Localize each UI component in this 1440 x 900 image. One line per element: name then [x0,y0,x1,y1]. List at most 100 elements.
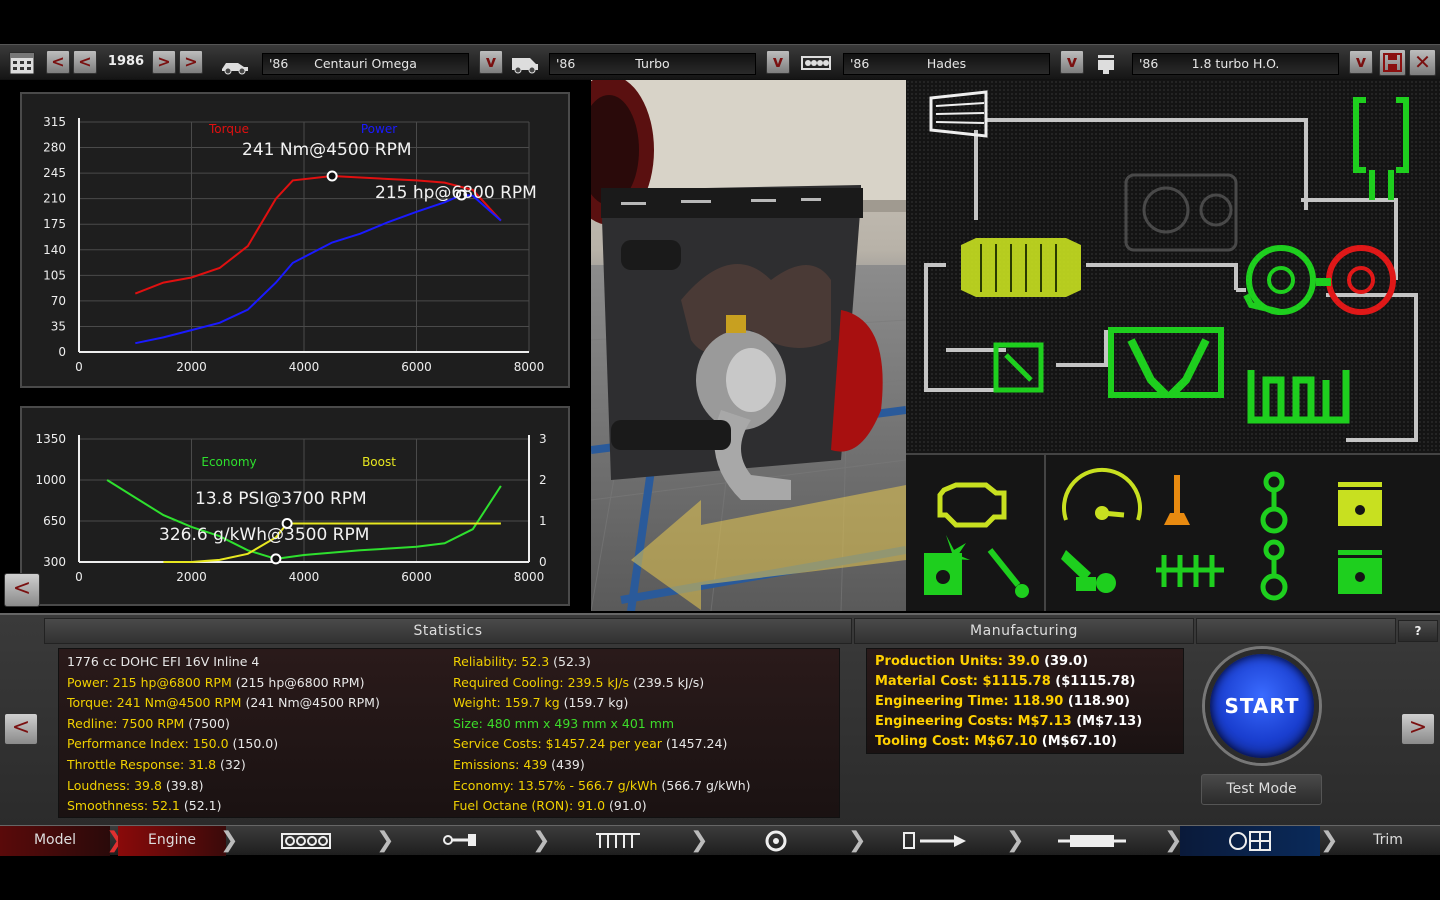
trim-name: Turbo [635,56,670,71]
family-name: Hades [926,56,967,71]
stat-row: Performance Index: 150.0 (150.0) [67,736,278,751]
model-name: Centauri Omega [314,56,417,71]
stat-value: (52.1) [179,798,222,814]
stat-label: Economy: 13.57% - 566.7 g/kWh [453,777,658,793]
tab-engine[interactable]: Engine [118,826,226,856]
stat-row: Torque: 241 Nm@4500 RPM (241 Nm@4500 RPM… [67,695,380,710]
top-toolbar: < < 1986 > > '86 Centauri Omega v '86 Tu… [0,44,1440,80]
y-tick-label: 105 [43,268,66,282]
tab-block[interactable] [236,826,376,856]
help-button[interactable]: ? [1398,620,1438,642]
stat-value: (7500) [184,715,230,731]
tab-fuel[interactable] [864,826,1004,856]
stat-row: Required Cooling: 239.5 kJ/s (239.5 kJ/s… [453,675,704,690]
economy-boost-chart: 0 2000 4000 6000 8000 1350 1000 650 300 3 2 1 0 Econo… [35,432,547,584]
stat-value: (439) [547,757,585,772]
stat-value: (239.5 kJ/s) [629,674,705,690]
y-tick-label: 300 [43,555,66,569]
save-icon[interactable] [1379,49,1406,76]
stats-prev-button[interactable]: < [4,713,38,745]
tab-crank[interactable] [392,826,532,856]
close-icon[interactable]: ✕ [1409,49,1436,76]
statistics-box: 1776 cc DOHC EFI 16V Inline 4 Power: 215 … [58,648,840,818]
schematic-diagram [924,90,1418,442]
valve-icon [1164,475,1190,525]
variant-field[interactable]: '86 1.8 turbo H.O. [1132,53,1339,75]
conrod-2-icon [1260,539,1288,601]
header-spacer [1196,618,1396,644]
legend-economy: Economy [201,455,256,469]
variant-name: 1.8 turbo H.O. [1191,56,1280,71]
stat-value: (1457.24) [661,736,728,752]
peak-torque-label: 241 Nm@4500 RPM [242,140,412,160]
tab-trim-label: Trim [1373,832,1403,848]
manufacturing-label: Engineering Costs: M$7.13 [875,714,1072,729]
variant-dropdown-button[interactable]: v [1349,50,1373,74]
stat-row: Service Costs: $1457.24 per year (1457.2… [453,736,727,751]
peak-economy-label: 326.6 g/kWh@3500 RPM [159,525,369,545]
stat-row: Power: 215 hp@6800 RPM (215 hp@6800 RPM) [67,675,364,690]
stat-row: Fuel Octane (RON): 91.0 (91.0) [453,798,647,813]
stat-label: Smoothness: 52.1 [67,798,180,814]
collapse-graphs-button[interactable]: < [4,573,40,607]
tab-model[interactable]: Model [0,826,110,856]
manufacturing-row: Engineering Time: 118.90 (118.90) [875,694,1130,709]
peak-power-label: 215 hp@6800 RPM [375,183,537,203]
manufacturing-row: Material Cost: $1115.78 ($1115.78) [875,674,1135,689]
stat-row: Redline: 7500 RPM (7500) [67,716,230,731]
y2-tick-label: 2 [539,473,547,487]
stats-next-button[interactable]: > [1401,713,1435,745]
manufacturing-label: Engineering Time: 118.90 [875,694,1064,709]
x-tick-label: 4000 [289,360,320,374]
family-dropdown-button[interactable]: v [1060,50,1084,74]
stat-value: (215 hp@6800 RPM) [231,674,365,690]
stat-label: Emissions: 439 [453,757,548,772]
start-button[interactable]: START [1205,649,1319,763]
year-decrease-button[interactable]: < [73,50,97,74]
tab-testing[interactable] [1180,826,1320,856]
crankshaft-part-icon [1156,555,1224,587]
economy-boost-graph-panel: 0 2000 4000 6000 8000 1350 1000 650 300 3 2 1 0 Econo… [20,406,570,606]
stat-row: Weight: 159.7 kg (159.7 kg) [453,695,628,710]
compressor-icon [1243,245,1316,315]
stat-label: Size: 480 mm x 493 mm x 401 mm [453,715,675,731]
conrod-icon [1260,471,1288,534]
tab-trim[interactable]: Trim [1336,826,1440,856]
trim-field[interactable]: '86 Turbo [549,53,756,75]
power-torque-chart: 0 2000 4000 6000 8000 315 280 245 210 175 140 105 70… [43,115,544,374]
check-engine-icon [937,482,1007,528]
tab-engine-label: Engine [148,832,196,848]
year-increase-button[interactable]: > [152,50,176,74]
stat-row: Throttle Response: 31.8 (32) [67,757,246,772]
engine-3d-view[interactable] [591,80,906,611]
stat-label: Fuel Octane (RON): 91.0 [453,798,606,814]
model-field[interactable]: '86 Centauri Omega [262,53,469,75]
stat-row: Reliability: 52.3 (52.3) [453,654,591,669]
y-tick-label: 1000 [35,473,66,487]
test-mode-button[interactable]: Test Mode [1201,774,1322,805]
tab-model-label: Model [33,832,77,848]
y2-tick-label: 3 [539,432,547,446]
y-tick-label: 70 [51,294,66,308]
tuning-icon [1061,550,1116,593]
manufacturing-value: ($1115.78) [1050,674,1136,689]
tab-head[interactable] [548,826,688,856]
year-increase-fast-button[interactable]: > [179,50,203,74]
spark-plug-icon [987,548,1029,598]
x-tick-label: 6000 [401,570,432,584]
engine-family-field[interactable]: '86 Hades [843,53,1050,75]
y2-tick-label: 1 [539,514,547,528]
stat-value: (39.8) [161,777,204,793]
y-tick-label: 210 [43,192,66,206]
stat-row: Economy: 13.57% - 566.7 g/kWh (566.7 g/k… [453,778,751,793]
manufacturing-row: Tooling Cost: M$67.10 (M$67.10) [875,734,1117,749]
model-dropdown-button[interactable]: v [479,50,503,74]
tab-exhaust[interactable] [1022,826,1162,856]
stat-row: Loudness: 39.8 (39.8) [67,778,203,793]
calendar-icon[interactable] [8,50,36,76]
trim-dropdown-button[interactable]: v [766,50,790,74]
year-decrease-fast-button[interactable]: < [46,50,70,74]
tab-turbo[interactable] [706,826,846,856]
stat-value: (241 Nm@4500 RPM) [241,695,380,711]
stat-label: 1776 cc DOHC EFI 16V Inline 4 [67,654,260,669]
